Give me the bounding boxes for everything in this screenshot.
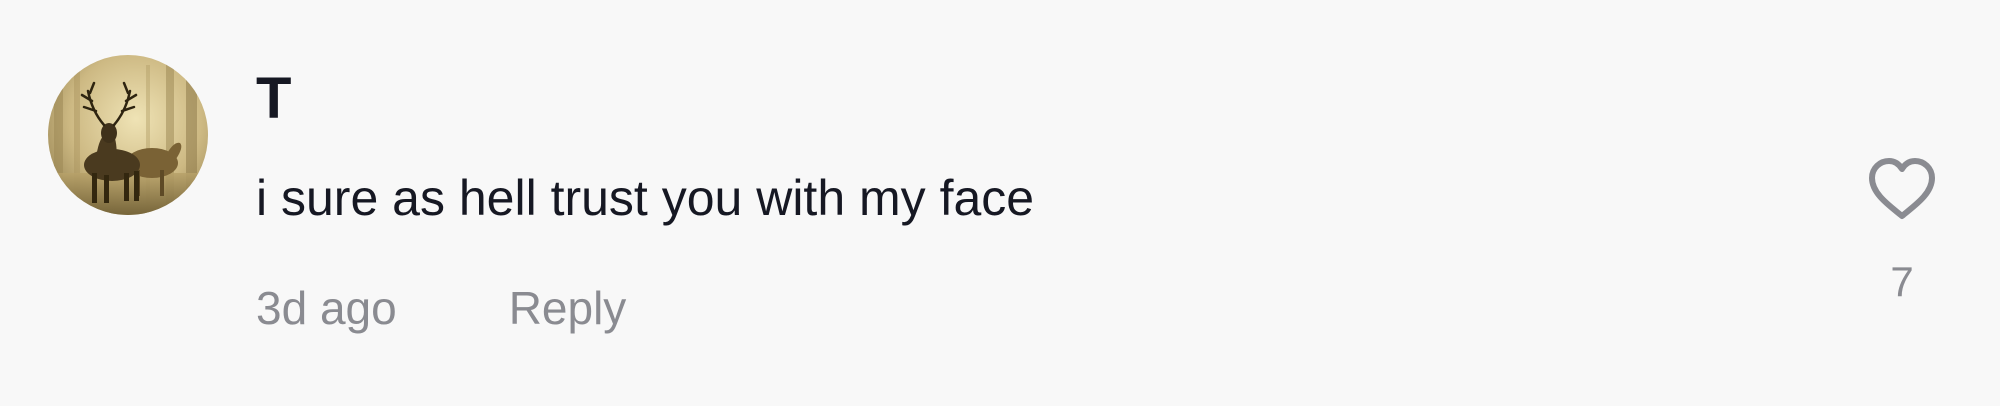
like-button[interactable]: [1862, 150, 1942, 230]
reply-button[interactable]: Reply: [509, 281, 627, 335]
comment-timestamp: 3d ago: [256, 282, 397, 334]
comment-meta: 3d ago Reply: [256, 278, 626, 338]
comment-username[interactable]: T: [256, 65, 291, 133]
like-count: 7: [1890, 258, 1914, 305]
comment-text: i sure as hell trust you with my face: [256, 170, 1035, 226]
heart-outline-icon: [1869, 158, 1935, 219]
deer-photo-image: [48, 55, 208, 215]
comment-item: T i sure as hell trust you with my face …: [0, 0, 2000, 406]
user-avatar[interactable]: [48, 55, 208, 215]
